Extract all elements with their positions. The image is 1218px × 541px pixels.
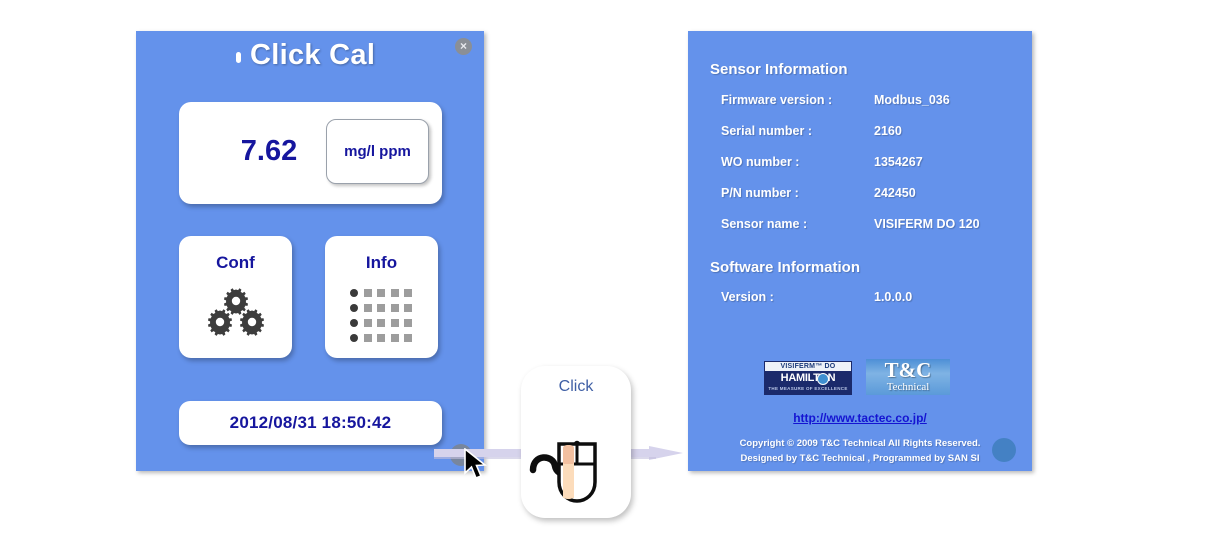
unit-toggle-button[interactable]: mg/l ppm: [326, 119, 429, 184]
website-link[interactable]: http://www.tactec.co.jp/: [688, 411, 1032, 425]
click-instruction-card: Click: [521, 366, 631, 518]
info-label: P/N number :: [721, 186, 799, 200]
left-window-titlebar: Click Cal ×: [136, 31, 484, 87]
dot-grid-icon: [350, 289, 414, 342]
info-value: 1.0.0.0: [874, 290, 913, 304]
dot-marker-icon: [236, 52, 241, 63]
gears-icon: [179, 284, 292, 345]
close-icon[interactable]: ×: [455, 38, 472, 55]
sensor-info-window: Sensor Information Firmware version : Mo…: [688, 31, 1032, 471]
info-row-software-version: Version : 1.0.0.0: [721, 290, 1021, 312]
info-label: Version :: [721, 290, 774, 304]
info-row-firmware-version: Firmware version : Modbus_036: [721, 93, 1021, 115]
info-value: 2160: [874, 124, 902, 138]
info-row-pn-number: P/N number : 242450: [721, 186, 1021, 208]
copyright-line-2: Designed by T&C Technical , Programmed b…: [740, 453, 980, 464]
tc-logo-sub-text: Technical: [886, 381, 930, 393]
software-information-heading: Software Information: [710, 259, 861, 276]
info-label: Serial number :: [721, 124, 812, 138]
measurement-display: 7.62 mg/l ppm: [179, 102, 442, 204]
info-value: VISIFERM DO 120: [874, 217, 980, 231]
info-value: Modbus_036: [874, 93, 950, 107]
info-row-wo-number: WO number : 1354267: [721, 155, 1021, 177]
sensor-information-heading: Sensor Information: [710, 61, 848, 78]
hamilton-logo: VISIFERM™ DO HAMILTON THE MEASURE OF EXC…: [764, 361, 852, 395]
info-row-serial-number: Serial number : 2160: [721, 124, 1021, 146]
info-button-label: Info: [365, 253, 398, 272]
resize-grip-icon[interactable]: [992, 438, 1016, 462]
hamilton-logo-top-text: VISIFERM™ DO: [765, 362, 851, 371]
arrow-cursor-icon: [464, 447, 490, 487]
info-label: Firmware version :: [721, 93, 833, 107]
page-title: Click Cal: [250, 39, 376, 71]
measurement-value: 7.62: [240, 135, 298, 167]
click-cal-window: Click Cal × 7.62 mg/l ppm Conf Info 2012…: [136, 31, 484, 471]
info-label: WO number :: [721, 155, 800, 169]
copyright-line-1: Copyright © 2009 T&C Technical All Right…: [739, 438, 981, 449]
timestamp-display: 2012/08/31 18:50:42: [179, 401, 442, 445]
hamilton-logo-main-text: HAMILTON: [765, 371, 851, 385]
info-value: 242450: [874, 186, 916, 200]
tc-logo-main-text: T&C: [884, 359, 932, 382]
conf-button-label: Conf: [216, 253, 255, 272]
info-button[interactable]: Info: [325, 236, 438, 358]
click-label: Click: [558, 378, 594, 395]
hamilton-logo-tagline: THE MEASURE OF EXCELLENCE: [765, 385, 851, 392]
conf-button[interactable]: Conf: [179, 236, 292, 358]
tc-technical-logo: T&C Technical: [866, 359, 950, 395]
globe-icon: [817, 373, 829, 385]
mouse-click-icon: [527, 404, 625, 513]
info-label: Sensor name :: [721, 217, 808, 231]
info-value: 1354267: [874, 155, 923, 169]
info-row-sensor-name: Sensor name : VISIFERM DO 120: [721, 217, 1021, 239]
